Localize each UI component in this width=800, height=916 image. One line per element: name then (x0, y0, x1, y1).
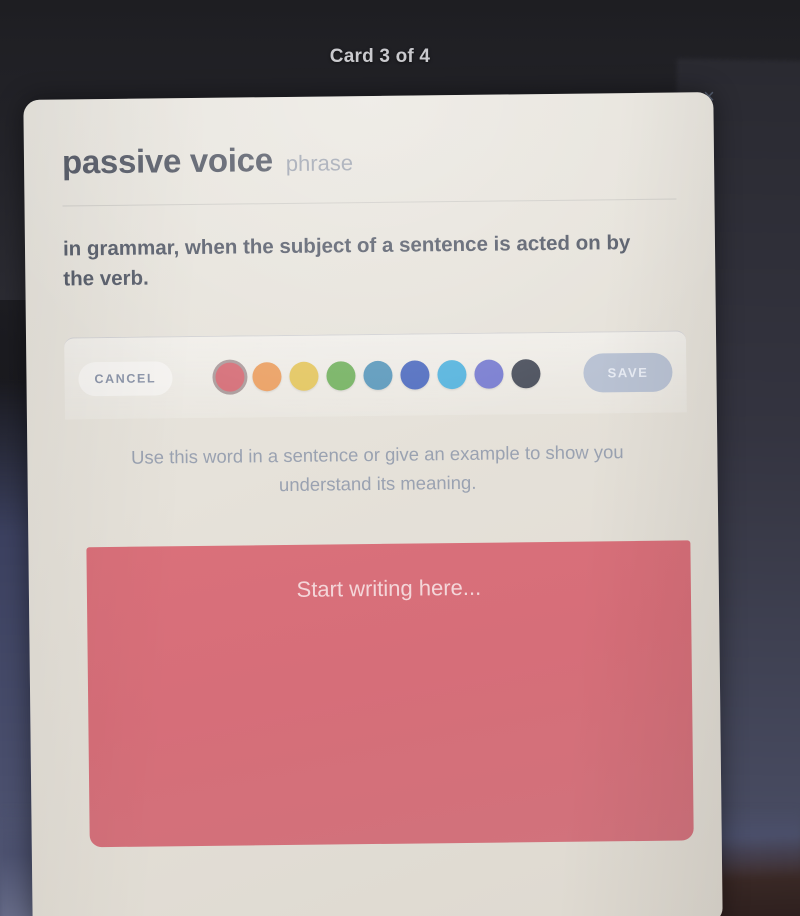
card-counter: Card 3 of 4 (329, 46, 431, 67)
answer-textarea[interactable]: Start writing here... (86, 540, 694, 848)
save-button[interactable]: SAVE (583, 352, 673, 393)
color-swatch-orange[interactable] (252, 362, 282, 392)
color-swatch-list (178, 359, 578, 393)
color-swatch-sky[interactable] (437, 359, 467, 390)
color-swatch-slate[interactable] (511, 359, 541, 389)
photographed-screen: Card 3 of 4 × passive voice phrase in gr… (0, 0, 800, 916)
definition-text: in grammar, when the subject of a senten… (62, 231, 631, 291)
color-swatch-red[interactable] (215, 362, 245, 392)
color-swatch-yellow[interactable] (289, 361, 319, 391)
color-swatch-green[interactable] (326, 361, 356, 391)
color-swatch-blue[interactable] (400, 360, 430, 390)
color-toolbar: CANCEL SAVE (64, 330, 687, 420)
part-of-speech: phrase (285, 150, 354, 176)
term-heading: passive voice phrase (62, 137, 676, 182)
cancel-button[interactable]: CANCEL (78, 360, 173, 396)
heading-divider (62, 198, 677, 207)
answer-placeholder: Start writing here... (296, 574, 482, 602)
term-text: passive voice (61, 141, 273, 181)
prompt-text: Use this word in a sentence or give an e… (130, 441, 624, 495)
color-swatch-teal[interactable] (363, 360, 393, 391)
color-swatch-purple[interactable] (474, 359, 504, 389)
flashcard-panel: passive voice phrase in grammar, when th… (23, 92, 723, 916)
